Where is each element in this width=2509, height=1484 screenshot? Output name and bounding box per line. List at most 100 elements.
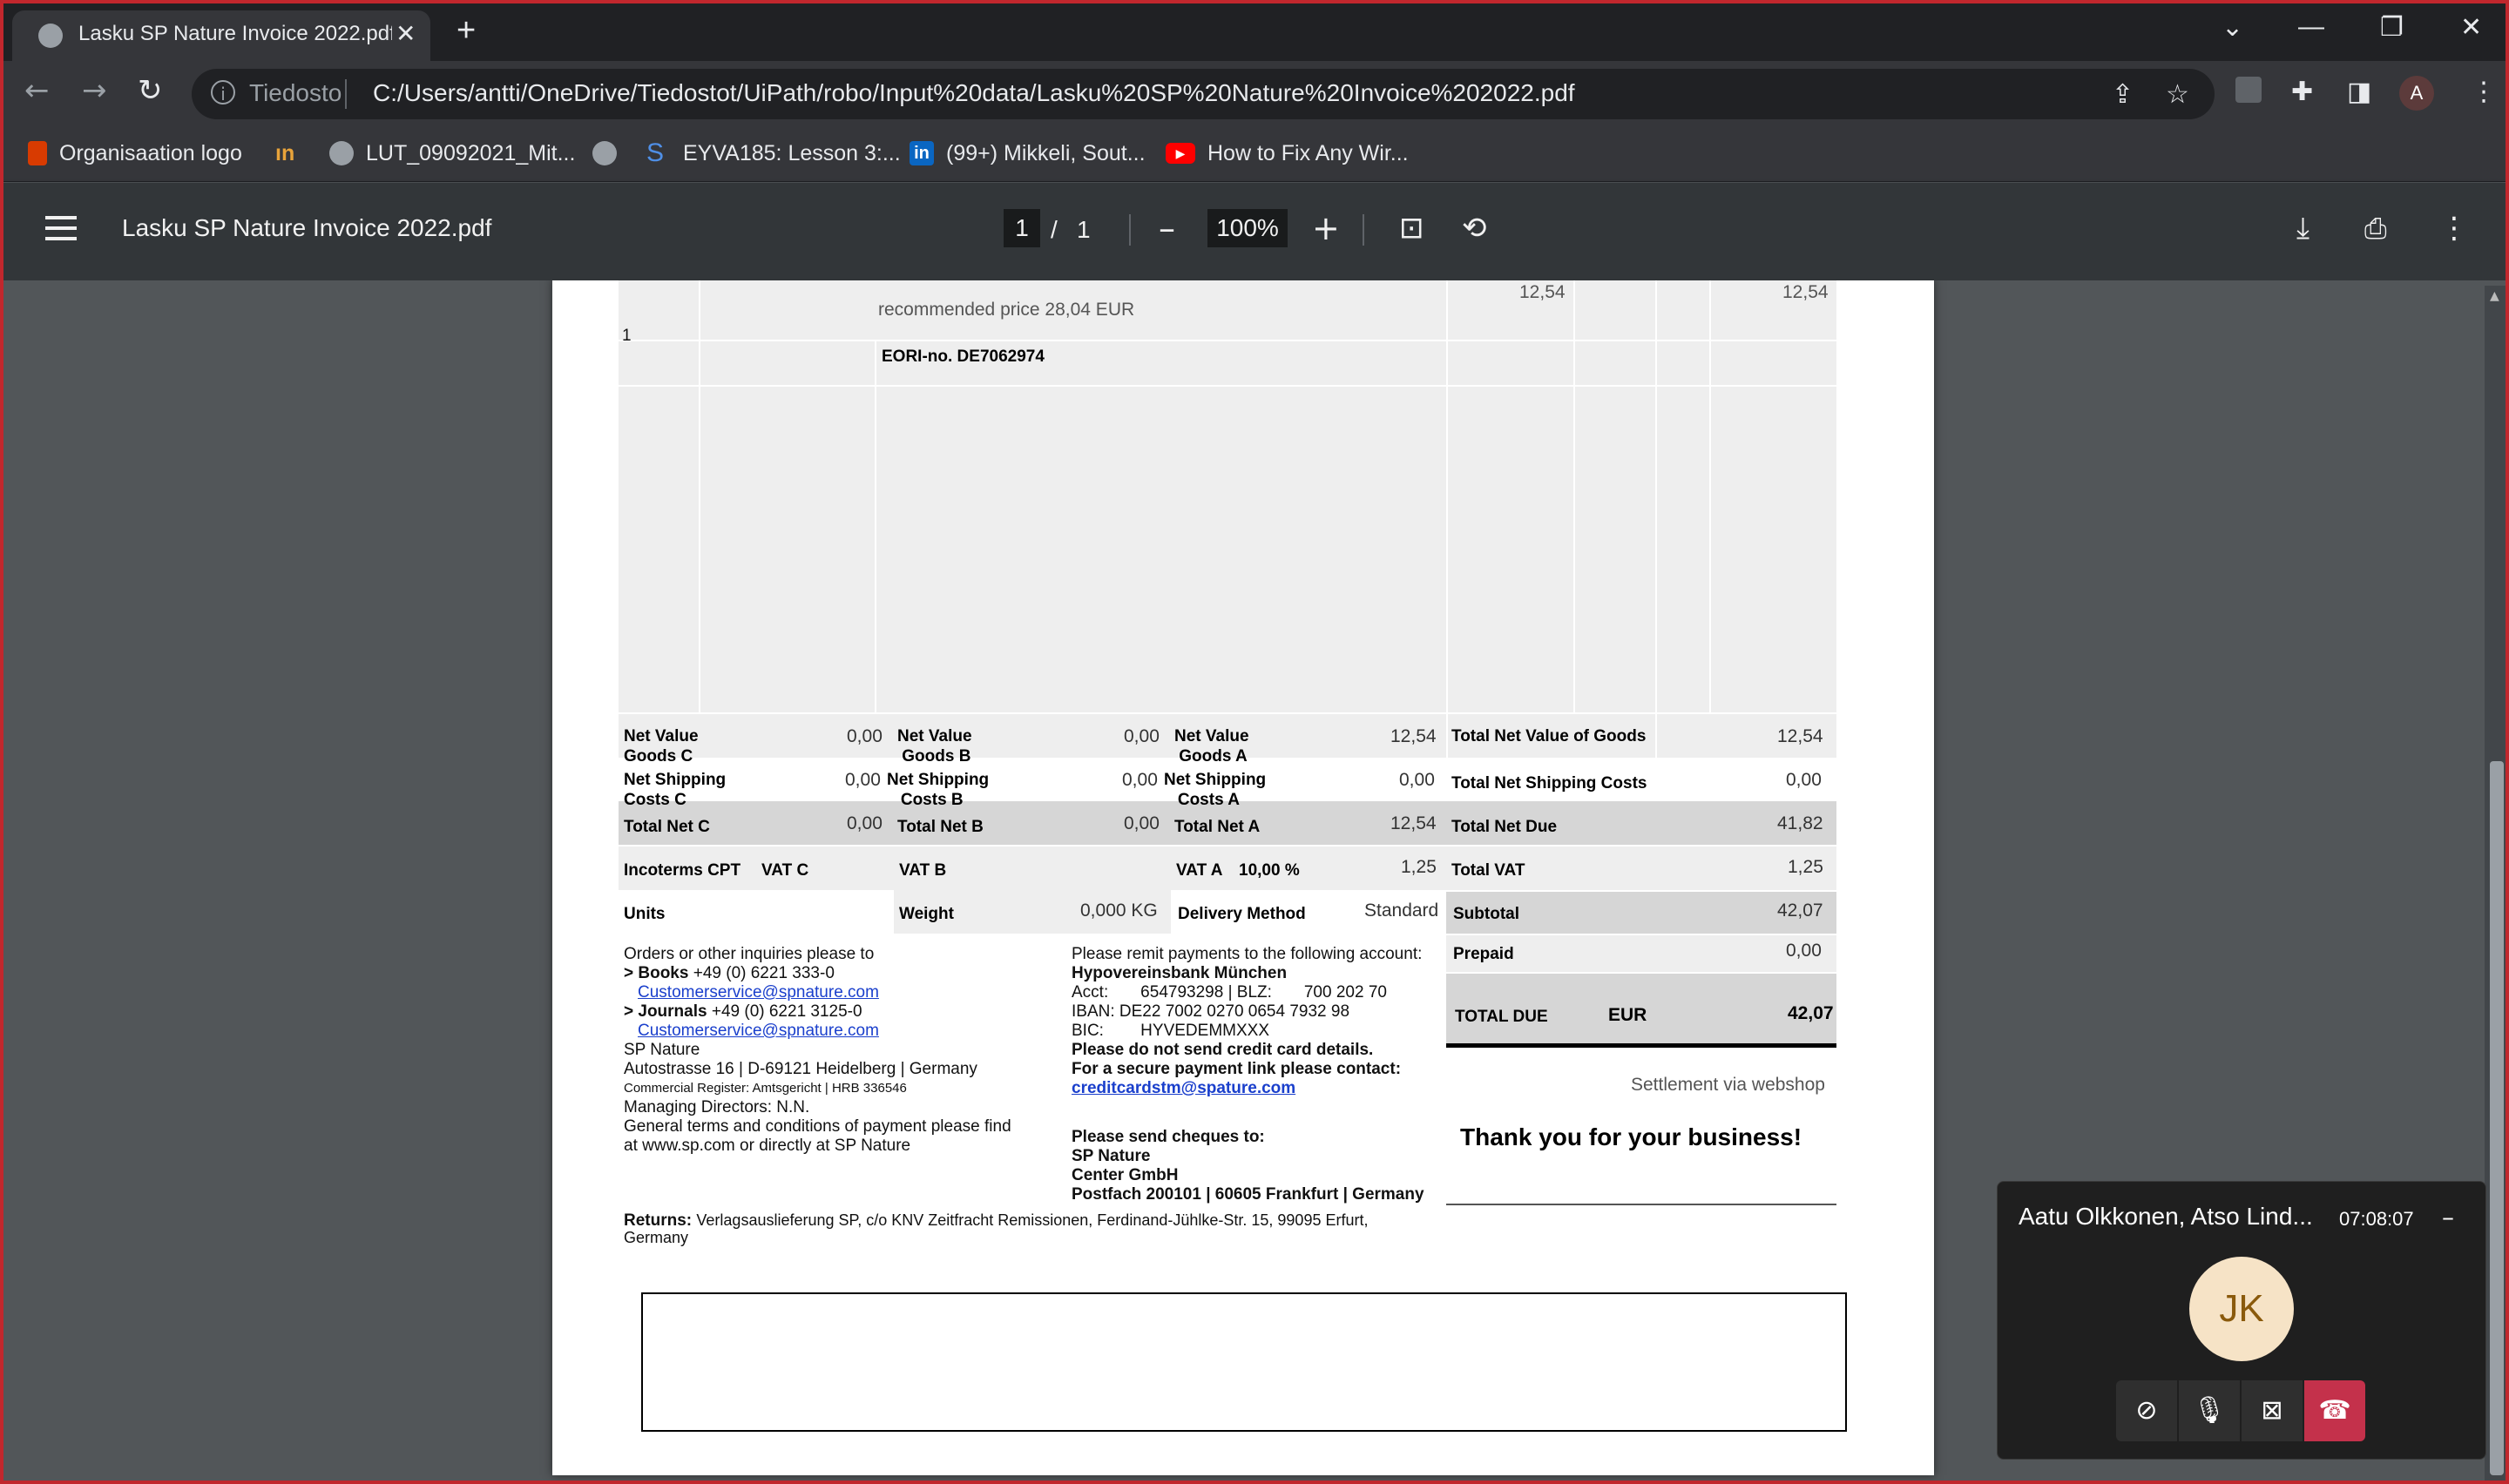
bookmark-item[interactable]: LUT_09092021_Mit...: [329, 136, 575, 171]
url-text[interactable]: C:/Users/antti/OneDrive/Tiedostot/UiPath…: [373, 79, 1575, 107]
weight-value: 0,000 KG: [1080, 901, 1158, 921]
scrollbar[interactable]: ▲: [2485, 286, 2506, 1481]
rotate-icon[interactable]: ⟲: [1462, 209, 1487, 247]
minimize-icon[interactable]: —: [2298, 12, 2324, 42]
s-logo-icon: S: [646, 138, 665, 167]
journals-email-link[interactable]: Customerservice@spnature.com: [638, 1022, 879, 1040]
office-icon: [28, 141, 47, 165]
close-icon[interactable]: ✕: [396, 19, 416, 48]
net-value-goods-c: 0,00: [847, 726, 883, 746]
scroll-up-arrow-icon[interactable]: ▲: [2490, 289, 2499, 303]
total-net-c: 0,00: [847, 813, 883, 833]
toolbar-divider: [1129, 214, 1131, 246]
chevron-down-icon[interactable]: ⌄: [2222, 12, 2243, 43]
address-bar[interactable]: i Tiedosto C:/Users/antti/OneDrive/Tiedo…: [192, 69, 2215, 119]
restore-icon[interactable]: ❐: [2380, 12, 2404, 43]
total-net-b: 0,00: [1124, 813, 1160, 833]
item-table: [619, 280, 1836, 759]
omnibox-divider: [345, 79, 347, 109]
back-arrow-icon[interactable]: ←: [24, 73, 50, 108]
net-shipping-a: 0,00: [1399, 770, 1435, 790]
bookmark-item[interactable]: ın: [275, 136, 294, 171]
browser-window: Lasku SP Nature Invoice 2022.pdf ✕ + ⌄ —…: [0, 0, 2509, 1484]
vat-a: 1,25: [1401, 857, 1437, 877]
prepaid: 0,00: [1786, 941, 1822, 961]
pdf-title: Lasku SP Nature Invoice 2022.pdf: [122, 214, 492, 241]
net-shipping-b: 0,00: [1122, 770, 1158, 790]
forward-arrow-icon[interactable]: →: [82, 73, 107, 108]
info-icon[interactable]: i: [211, 80, 235, 105]
page-count: 1: [1077, 216, 1091, 243]
print-icon[interactable]: ⎙: [2364, 209, 2387, 247]
puzzle-icon[interactable]: ✚: [2291, 77, 2313, 107]
tab-title: Lasku SP Nature Invoice 2022.pdf: [78, 22, 392, 45]
item-unit-price: 12,54: [1519, 282, 1566, 302]
minimize-icon[interactable]: –: [2442, 1203, 2454, 1231]
tab-active[interactable]: Lasku SP Nature Invoice 2022.pdf ✕: [12, 10, 430, 61]
total-net-value-goods-label: Total Net Value of Goods: [1451, 727, 1647, 745]
delivery-method: Standard: [1364, 901, 1439, 921]
meeting-title: Aatu Olkkonen, Atso Lind...: [2019, 1203, 2313, 1230]
bookmark-item[interactable]: Organisaation logo: [28, 136, 242, 171]
new-tab-button[interactable]: +: [456, 14, 476, 47]
bookmark-label: LUT_09092021_Mit...: [366, 140, 576, 165]
zoom-level-input[interactable]: 100%: [1207, 209, 1288, 247]
bookmark-label: EYVA185: Lesson 3:...: [683, 140, 901, 165]
globe-icon: [592, 141, 617, 165]
microphone-icon[interactable]: 🎙: [2179, 1380, 2240, 1441]
share-icon[interactable]: ⇪: [2112, 79, 2134, 110]
page-number-input[interactable]: 1: [1004, 209, 1040, 247]
pdf-viewer[interactable]: ▲ 1 recommended price 28,04 EUR 12,54 12…: [3, 280, 2506, 1481]
bookmark-item[interactable]: in (99+) Mikkeli, Sout...: [910, 136, 1146, 171]
total-net-shipping-label: Total Net Shipping Costs: [1451, 774, 1647, 793]
reload-icon[interactable]: ↻: [138, 73, 163, 108]
page-separator: /: [1051, 216, 1058, 243]
eori-number: EORI-no. DE7062974: [882, 347, 1045, 366]
meeting-mini-window[interactable]: Aatu Olkkonen, Atso Lind... 07:08:07 – J…: [1997, 1181, 2486, 1460]
subtotal: 42,07: [1777, 901, 1823, 921]
total-net-due: 41,82: [1777, 813, 1823, 833]
tab-strip: Lasku SP Nature Invoice 2022.pdf ✕ + ⌄ —…: [3, 3, 2506, 61]
net-value-goods-a: 12,54: [1390, 726, 1437, 746]
total-net-value-goods: 12,54: [1777, 726, 1823, 746]
bookmark-item[interactable]: S EYVA185: Lesson 3:...: [646, 136, 901, 171]
fit-page-icon[interactable]: ⊡: [1399, 209, 1424, 247]
total-net-a: 12,54: [1390, 813, 1437, 833]
globe-icon: [329, 141, 354, 165]
extension-icon[interactable]: [2235, 77, 2262, 103]
bookmark-label: (99+) Mikkeli, Sout...: [946, 140, 1146, 165]
bookmark-item[interactable]: ▶ How to Fix Any Wir...: [1166, 136, 1409, 171]
download-icon[interactable]: ⤓: [2296, 209, 2309, 247]
camera-off-icon[interactable]: ⊘: [2116, 1380, 2177, 1441]
stop-share-icon[interactable]: ⊠: [2242, 1380, 2303, 1441]
participant-avatar: JK: [2189, 1257, 2294, 1361]
credit-card-email-link[interactable]: creditcardstm@spature.com: [1072, 1079, 1295, 1097]
thank-you-message: Thank you for your business!: [1460, 1123, 1802, 1150]
total-net-shipping: 0,00: [1786, 770, 1822, 790]
star-icon[interactable]: ☆: [2166, 79, 2189, 110]
scroll-thumb[interactable]: [2490, 761, 2504, 1475]
youtube-icon: ▶: [1166, 143, 1195, 164]
menu-icon[interactable]: [45, 216, 77, 242]
globe-icon: [38, 24, 63, 48]
zoom-out-button[interactable]: –: [1159, 209, 1175, 247]
remittance-box: [641, 1292, 1847, 1432]
toolbar-divider: [1363, 214, 1364, 246]
more-options-icon[interactable]: ⋮: [2439, 209, 2469, 247]
net-shipping-c: 0,00: [845, 770, 881, 790]
settlement-note: Settlement via webshop: [1631, 1075, 1825, 1095]
item-total-price: 12,54: [1782, 282, 1829, 302]
pdf-toolbar: Lasku SP Nature Invoice 2022.pdf 1 / 1 –…: [3, 183, 2506, 280]
books-email-link[interactable]: Customerservice@spnature.com: [638, 983, 879, 1002]
side-panel-icon[interactable]: ◨: [2347, 77, 2371, 107]
kebab-menu-icon[interactable]: ⋮: [2471, 77, 2497, 107]
bookmark-item[interactable]: [592, 136, 629, 171]
net-value-goods-b: 0,00: [1124, 726, 1160, 746]
profile-avatar[interactable]: A: [2399, 76, 2434, 111]
close-window-icon[interactable]: ✕: [2460, 12, 2482, 43]
zoom-in-button[interactable]: +: [1312, 209, 1340, 247]
bookmarks-bar: Organisaation logo ın LUT_09092021_Mit..…: [3, 127, 2506, 182]
item-quantity: 1: [622, 327, 632, 345]
omnibox-scheme-label: Tiedosto: [249, 79, 342, 106]
hang-up-icon[interactable]: ☎: [2304, 1380, 2365, 1441]
